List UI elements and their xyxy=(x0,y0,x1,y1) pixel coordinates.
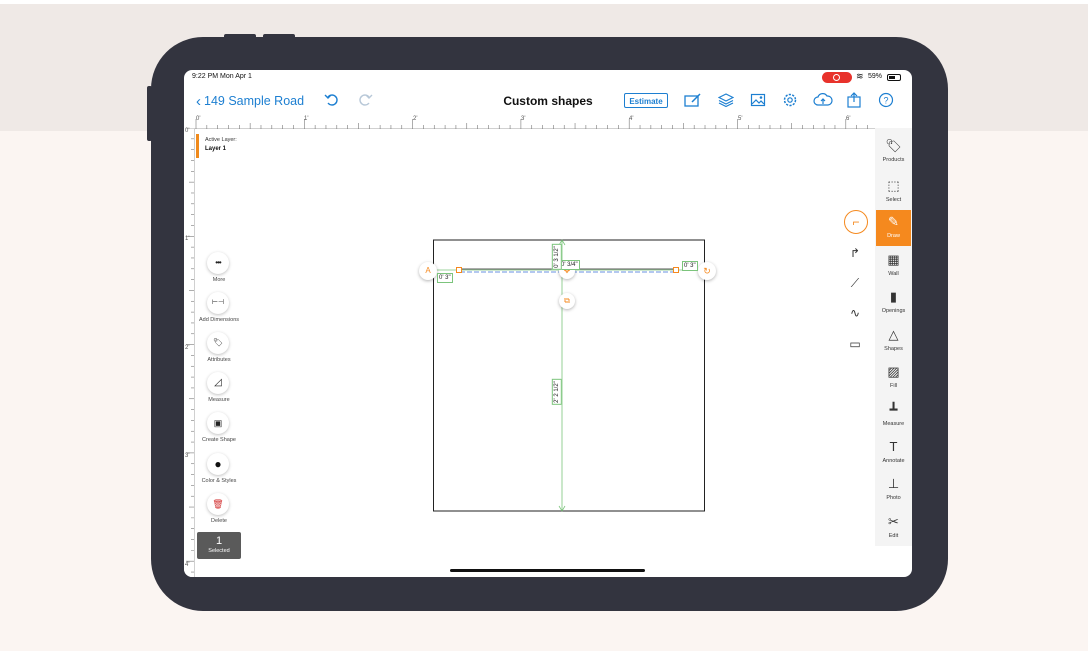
line-endpoint-handle-right[interactable] xyxy=(673,267,679,273)
select-label: Select xyxy=(885,197,902,203)
app-screen: 9:22 PM Mon Apr 1 ≋ 59% ‹ 149 Sample Road… xyxy=(184,70,912,577)
scissors-icon: ✂ xyxy=(888,514,899,529)
drawing-canvas[interactable] xyxy=(184,70,912,577)
create-shape-icon: ▣ xyxy=(207,412,229,434)
measure-panel-label: Measure xyxy=(882,421,905,427)
openings-tool[interactable]: ▮ Openings xyxy=(876,285,911,321)
rotate-icon[interactable]: ↻ xyxy=(698,262,716,280)
draw-tool[interactable]: ✎ Draw xyxy=(876,210,911,246)
home-indicator[interactable] xyxy=(450,569,645,572)
products-tool[interactable]: 🏷 Products xyxy=(876,134,911,170)
wall-tool[interactable]: ▦ Wall xyxy=(876,248,911,284)
annotate-label: Annotate xyxy=(882,458,905,464)
measure-tool-label: Measure xyxy=(208,397,230,403)
edit-tool[interactable]: ✂ Edit xyxy=(876,510,911,546)
color-styles-icon: ● xyxy=(207,453,229,475)
draw-label: Draw xyxy=(887,233,900,239)
shapes-tool[interactable]: △ Shapes xyxy=(876,323,911,359)
attributes-label: Attributes xyxy=(207,357,231,363)
photo-tool[interactable]: ⊥ Photo xyxy=(876,472,911,508)
photo-label: Photo xyxy=(886,495,901,501)
openings-label: Openings xyxy=(881,308,906,314)
shapes-icon: △ xyxy=(888,327,899,342)
fill-hatch-icon: ▨ xyxy=(887,364,900,379)
dimension-label-upper-vertical[interactable]: 0' 3 1/2" xyxy=(551,244,562,270)
selection-count-badge: 1 Selected xyxy=(197,532,241,559)
dimension-label-left[interactable]: 0' 3" xyxy=(437,273,453,283)
duplicate-icon[interactable]: ⧉ xyxy=(559,293,575,309)
drawn-rectangle[interactable] xyxy=(433,239,705,512)
curve-icon[interactable]: ∿ xyxy=(846,304,864,322)
trash-icon: 🗑 xyxy=(207,493,229,515)
more-label: More xyxy=(212,277,226,283)
create-shape-label: Create Shape xyxy=(202,437,236,443)
products-label: Products xyxy=(882,157,905,163)
measure-icon: ┻ xyxy=(889,402,898,417)
measure-tool-button[interactable]: ◿ Measure xyxy=(196,372,242,412)
wall-label: Wall xyxy=(888,271,899,277)
shapes-label: Shapes xyxy=(884,346,903,352)
tag-icon: 🏷 xyxy=(207,332,229,354)
draw-pen-icon: ✎ xyxy=(888,214,899,229)
measure-panel-tool[interactable]: ┻ Measure xyxy=(876,398,911,434)
selection-label: Selected xyxy=(208,548,230,554)
dimension-label-right[interactable]: 0' 3" xyxy=(682,261,698,271)
door-icon: ▮ xyxy=(889,289,898,304)
corner-line-icon[interactable]: ↱ xyxy=(846,244,864,262)
delete-label: Delete xyxy=(211,518,227,524)
color-styles-label: Color & Styles xyxy=(201,478,237,484)
attributes-button[interactable]: 🏷 Attributes xyxy=(196,332,242,372)
add-dimensions-label: Add Dimensions xyxy=(198,317,240,323)
camera-tripod-icon: ⊥ xyxy=(887,476,900,491)
select-marquee-icon: ⬚ xyxy=(887,178,900,193)
dimension-label-top-center[interactable]: 0' 3/4" xyxy=(559,260,580,270)
annotate-tool[interactable]: T Annotate xyxy=(876,435,911,471)
triangle-ruler-icon: ◿ xyxy=(207,372,229,394)
text-size-icon[interactable]: A xyxy=(419,262,437,280)
angle-line-icon[interactable]: ⟋ xyxy=(846,274,864,292)
fill-label: Fill xyxy=(889,383,898,389)
selection-count: 1 xyxy=(215,535,223,547)
select-tool[interactable]: ⬚ Select xyxy=(876,174,911,210)
color-styles-button[interactable]: ● Color & Styles xyxy=(196,453,242,493)
rectangle-icon[interactable]: ▭ xyxy=(846,335,864,353)
wall-brick-icon: ▦ xyxy=(887,252,900,267)
fill-tool[interactable]: ▨ Fill xyxy=(876,360,911,396)
products-tag-icon: 🏷 xyxy=(885,138,902,153)
dimension-label-main-vertical[interactable]: 2' 2 1/2" xyxy=(551,379,562,405)
delete-button[interactable]: 🗑 Delete xyxy=(196,493,242,533)
create-shape-button[interactable]: ▣ Create Shape xyxy=(196,412,242,452)
line-endpoint-handle-left[interactable] xyxy=(456,267,462,273)
polyline-icon[interactable]: ⌐ xyxy=(844,210,868,234)
add-dimensions-button[interactable]: ⊢⊣ Add Dimensions xyxy=(196,292,242,332)
more-icon: ••• xyxy=(207,252,229,274)
text-annotate-icon: T xyxy=(889,439,898,454)
more-button[interactable]: ••• More xyxy=(196,252,242,292)
edit-label: Edit xyxy=(888,533,899,539)
dimension-icon: ⊢⊣ xyxy=(207,292,229,314)
